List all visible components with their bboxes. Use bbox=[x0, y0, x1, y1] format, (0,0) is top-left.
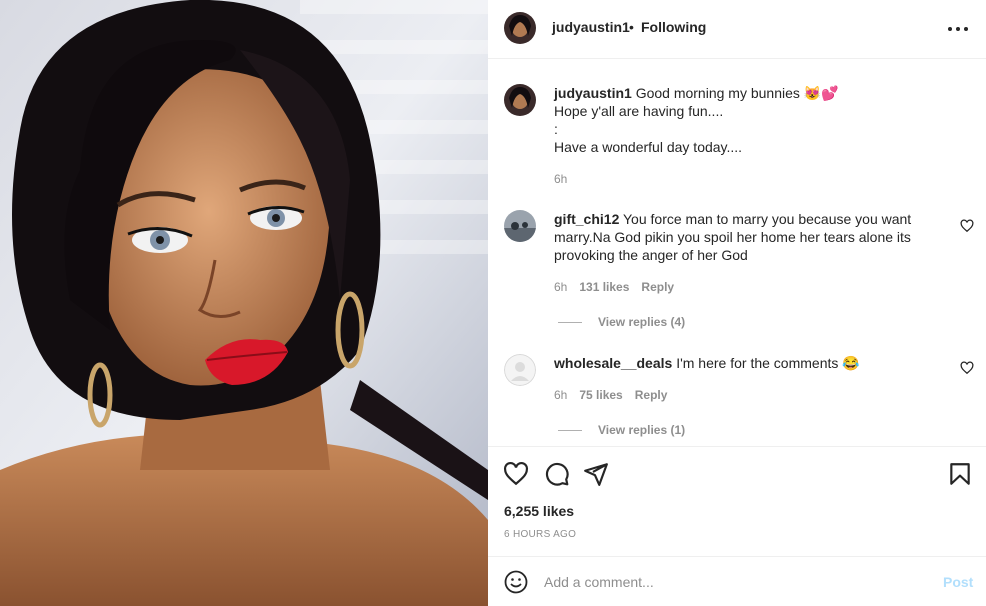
share-icon[interactable] bbox=[583, 461, 609, 487]
post-header: judyaustin1 • Following bbox=[488, 0, 986, 59]
author-username[interactable]: judyaustin1 bbox=[552, 19, 630, 35]
comment-reply-button[interactable]: Reply bbox=[635, 388, 668, 402]
comment-meta: 6h 131 likes Reply bbox=[554, 280, 686, 294]
post-timestamp[interactable]: 6 HOURS AGO bbox=[504, 529, 576, 540]
comment-meta: 6h 75 likes Reply bbox=[554, 388, 679, 402]
comment-like-heart-icon[interactable] bbox=[960, 361, 974, 375]
commenter-avatar[interactable] bbox=[504, 210, 536, 242]
more-options-icon[interactable] bbox=[944, 17, 972, 41]
heart-icon[interactable] bbox=[503, 461, 529, 487]
comment-composer: Add a comment... Post bbox=[488, 556, 986, 606]
comment-likes[interactable]: 75 likes bbox=[579, 388, 622, 402]
comment-line-3: provoking the anger of her God bbox=[554, 247, 748, 263]
comment-like-heart-icon[interactable] bbox=[960, 219, 974, 233]
bookmark-icon[interactable] bbox=[947, 461, 973, 487]
post-comment-button[interactable]: Post bbox=[943, 574, 973, 590]
comment-age: 6h bbox=[554, 388, 568, 402]
following-button[interactable]: Following bbox=[641, 19, 706, 35]
comment-username[interactable]: wholesale__deals bbox=[554, 355, 672, 371]
comment-line-1: I'm here for the comments 😂 bbox=[676, 355, 860, 371]
header-separator: • bbox=[629, 19, 634, 35]
post-image[interactable] bbox=[0, 0, 488, 606]
comment-icon[interactable] bbox=[544, 461, 570, 487]
comment-text: wholesale__deals I'm here for the commen… bbox=[554, 354, 934, 372]
view-replies-label: View replies (4) bbox=[598, 315, 686, 329]
caption-line-4: Have a wonderful day today.... bbox=[554, 139, 743, 155]
commenter-avatar[interactable] bbox=[504, 354, 536, 386]
caption-line-2: Hope y'all are having fun.... bbox=[554, 103, 724, 119]
view-replies-label: View replies (1) bbox=[598, 423, 686, 437]
comment-username[interactable]: gift_chi12 bbox=[554, 211, 619, 227]
comment-likes[interactable]: 131 likes bbox=[579, 280, 629, 294]
comment-line-1: You force man to marry you because you w… bbox=[623, 211, 912, 227]
post-detail-panel: judyaustin1 • Following judyaustin1 Good… bbox=[488, 0, 986, 606]
comment-reply-button[interactable]: Reply bbox=[641, 280, 674, 294]
view-replies-button[interactable]: View replies (1) bbox=[558, 423, 685, 437]
caption-age: 6h bbox=[554, 172, 568, 186]
caption-avatar[interactable] bbox=[504, 84, 536, 116]
comment-age: 6h bbox=[554, 280, 568, 294]
replies-divider bbox=[558, 430, 582, 432]
likes-count[interactable]: 6,255 likes bbox=[504, 503, 574, 519]
post-photo-portrait bbox=[0, 0, 488, 606]
replies-divider bbox=[558, 322, 582, 324]
caption-meta: 6h bbox=[554, 172, 579, 186]
comments-list[interactable]: judyaustin1 Good morning my bunnies 😻💕 H… bbox=[488, 60, 986, 446]
comment-line-2: marry.Na God pikin you spoil her home he… bbox=[554, 229, 911, 245]
post-actions: 6,255 likes 6 HOURS AGO bbox=[488, 446, 986, 556]
caption-text: judyaustin1 Good morning my bunnies 😻💕 H… bbox=[554, 84, 934, 156]
caption-line-1: Good morning my bunnies bbox=[635, 85, 800, 101]
author-avatar[interactable] bbox=[504, 12, 536, 44]
comment-input[interactable]: Add a comment... bbox=[544, 574, 654, 590]
caption-username[interactable]: judyaustin1 bbox=[554, 85, 632, 101]
caption-emoji: 😻💕 bbox=[803, 85, 839, 101]
caption-line-3: : bbox=[554, 121, 558, 137]
view-replies-button[interactable]: View replies (4) bbox=[558, 315, 685, 329]
emoji-icon[interactable] bbox=[504, 570, 528, 594]
comment-text: gift_chi12 You force man to marry you be… bbox=[554, 210, 934, 264]
